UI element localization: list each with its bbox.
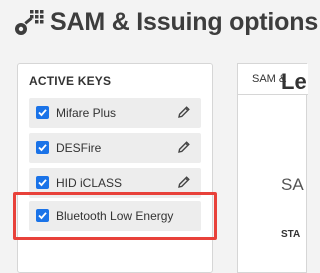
key-grid-icon [15,10,44,35]
checkbox-bluetooth-low-energy[interactable] [36,209,49,222]
active-keys-heading: ACTIVE KEYS [29,74,112,88]
checkmark-icon [38,109,47,117]
checkbox-mifare-plus[interactable] [36,106,49,119]
key-row-mifare-plus[interactable]: Mifare Plus [29,98,201,128]
checkmark-icon [38,212,47,220]
checkmark-icon [38,144,47,152]
key-label: Mifare Plus [56,106,117,120]
active-keys-panel: ACTIVE KEYS Mifare Plus DESFire HID iCLA… [17,63,213,273]
key-label: Bluetooth Low Energy [56,209,174,223]
key-row-bluetooth-low-energy[interactable]: Bluetooth Low Energy [29,201,201,231]
section-heading: Le [281,69,307,94]
checkbox-hid-iclass[interactable] [36,176,49,189]
page-title: SAM & Issuing options [50,8,319,36]
section-subheading: SA [281,175,304,194]
pencil-icon[interactable] [177,175,191,189]
key-row-hid-iclass[interactable]: HID iCLASS [29,168,201,198]
checkbox-desfire[interactable] [36,141,49,154]
checkmark-icon [38,179,47,187]
key-label: DESFire [56,141,102,155]
pencil-icon[interactable] [177,105,191,119]
page-header: SAM & Issuing options [0,0,318,50]
field-label: STA [281,229,301,240]
key-label: HID iCLASS [56,176,123,190]
pencil-icon[interactable] [177,140,191,154]
key-row-desfire[interactable]: DESFire [29,133,201,163]
